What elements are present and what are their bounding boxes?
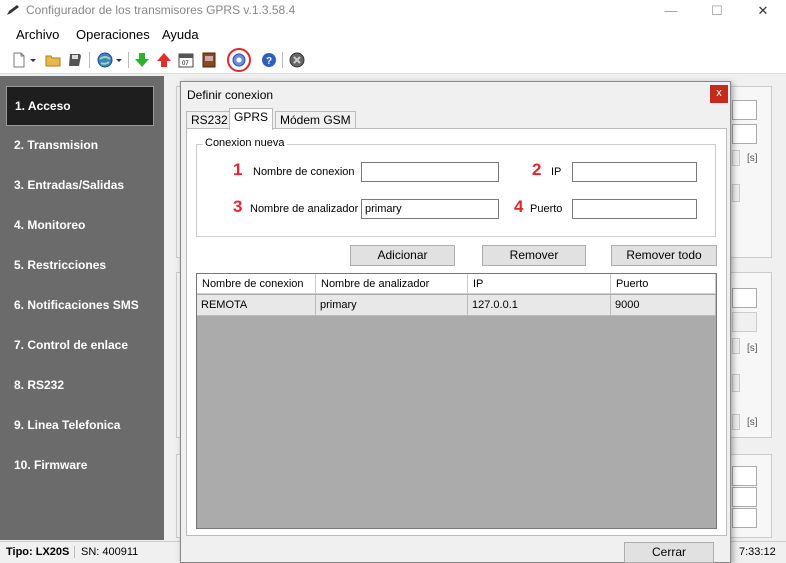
background-spinner[interactable]	[732, 338, 740, 354]
download-icon[interactable]	[133, 51, 151, 69]
close-button[interactable]: Cerrar	[624, 542, 714, 563]
new-connection-group-title: Conexion nueva	[203, 137, 287, 149]
number-1-annotation: 1	[233, 160, 243, 179]
sidebar: 1. Acceso 2. Transmision 3. Entradas/Sal…	[0, 76, 164, 540]
port-input[interactable]	[572, 199, 697, 219]
column-header-port[interactable]: Puerto	[611, 274, 716, 294]
column-header-analyzer-name[interactable]: Nombre de analizador	[316, 274, 468, 294]
analyzer-name-label: Nombre de analizador	[250, 203, 359, 215]
define-connection-dialog: Definir conexion x RS232 GPRS Módem GSM …	[180, 81, 731, 563]
window-close-button[interactable]: ✕	[740, 0, 786, 22]
status-time: 7:33:12	[739, 546, 776, 558]
analyzer-name-input[interactable]	[361, 199, 499, 219]
background-spinner[interactable]	[732, 374, 740, 392]
connect-dropdown-icon[interactable]	[114, 51, 124, 69]
background-field[interactable]	[732, 312, 757, 332]
calendar-icon[interactable]: 07	[177, 51, 195, 69]
menu-ayuda[interactable]: Ayuda	[162, 27, 199, 42]
status-device-type: Tipo: LX20S	[6, 546, 70, 558]
add-button[interactable]: Adicionar	[350, 245, 455, 266]
connections-table: Nombre de conexion Nombre de analizador …	[196, 273, 717, 529]
exit-icon[interactable]	[288, 51, 306, 69]
background-field[interactable]	[732, 288, 757, 308]
tab-gprs[interactable]: GPRS	[229, 108, 274, 130]
sidebar-item-restricciones[interactable]: 5. Restricciones	[6, 245, 154, 285]
port-label: Puerto	[530, 203, 563, 215]
sidebar-item-entradas-salidas[interactable]: 3. Entradas/Salidas	[6, 165, 154, 205]
remove-all-button[interactable]: Remover todo	[611, 245, 717, 266]
ip-input[interactable]	[572, 162, 697, 182]
cell-port: 9000	[611, 295, 716, 316]
connection-name-input[interactable]	[361, 162, 499, 182]
seconds-unit-label: [s]	[747, 153, 758, 164]
book-icon[interactable]	[200, 51, 218, 69]
dialog-close-icon[interactable]: x	[710, 85, 728, 103]
new-dropdown-icon[interactable]	[28, 51, 38, 69]
cell-analyzer-name: primary	[316, 295, 468, 316]
background-field[interactable]	[732, 508, 757, 528]
new-connection-group: Conexion nueva 1 Nombre de conexion 2 IP…	[196, 137, 716, 237]
background-field[interactable]	[732, 100, 757, 120]
sidebar-item-notificaciones-sms[interactable]: 6. Notificaciones SMS	[6, 285, 154, 325]
sidebar-item-control-enlace[interactable]: 7. Control de enlace	[6, 325, 154, 365]
tab-modem-gsm[interactable]: Módem GSM	[275, 111, 356, 129]
seconds-unit-label: [s]	[747, 343, 758, 354]
column-header-ip[interactable]: IP	[468, 274, 611, 294]
save-icon[interactable]	[66, 51, 84, 69]
menu-operaciones[interactable]: Operaciones	[76, 27, 150, 42]
help-icon[interactable]: ?	[260, 51, 278, 69]
dialog-title: Definir conexion	[187, 88, 274, 102]
table-row[interactable]: REMOTA primary 127.0.0.1 9000	[197, 295, 716, 316]
app-pen-icon	[7, 5, 19, 15]
number-4-annotation: 4	[514, 197, 524, 216]
background-field[interactable]	[732, 124, 757, 144]
maximize-button[interactable]: ☐	[694, 0, 740, 22]
sidebar-item-acceso[interactable]: 1. Acceso	[6, 86, 154, 126]
seconds-unit-label: [s]	[747, 417, 758, 428]
menu-archivo[interactable]: Archivo	[16, 27, 59, 42]
ip-label: IP	[551, 166, 562, 178]
sidebar-item-transmision[interactable]: 2. Transmision	[6, 125, 154, 165]
tab-rs232[interactable]: RS232	[186, 111, 233, 129]
toolbar-separator	[89, 52, 90, 68]
background-spinner[interactable]	[732, 150, 740, 166]
background-spinner[interactable]	[732, 184, 740, 202]
background-field[interactable]	[732, 487, 757, 507]
table-header: Nombre de conexion Nombre de analizador …	[197, 274, 716, 294]
menu-bar: Archivo Operaciones Ayuda	[0, 22, 786, 46]
window-title: Configurador de los transmisores GPRS v.…	[26, 3, 296, 17]
status-serial-number: SN: 400911	[74, 546, 138, 558]
sidebar-item-linea-telefonica[interactable]: 9. Linea Telefonica	[6, 405, 154, 445]
connect-globe-icon[interactable]	[96, 51, 114, 69]
remove-button[interactable]: Remover	[482, 245, 586, 266]
settings-gear-icon[interactable]	[226, 47, 252, 73]
number-3-annotation: 3	[233, 197, 243, 216]
sidebar-item-firmware[interactable]: 10. Firmware	[6, 445, 154, 485]
new-icon[interactable]	[10, 51, 28, 69]
cell-connection-name: REMOTA	[197, 295, 316, 316]
number-2-annotation: 2	[532, 160, 542, 179]
cell-ip: 127.0.0.1	[468, 295, 611, 316]
toolbar-separator	[128, 52, 129, 68]
window-titlebar: Configurador de los transmisores GPRS v.…	[0, 0, 786, 22]
open-folder-icon[interactable]	[44, 51, 62, 69]
sidebar-item-monitoreo[interactable]: 4. Monitoreo	[6, 205, 154, 245]
background-spinner[interactable]	[732, 414, 740, 430]
toolbar: 07 ?	[0, 46, 786, 74]
svg-text:07: 07	[182, 61, 189, 67]
toolbar-separator	[282, 52, 283, 68]
sidebar-item-rs232[interactable]: 8. RS232	[6, 365, 154, 405]
minimize-button[interactable]: —	[648, 0, 694, 22]
connection-name-label: Nombre de conexion	[253, 166, 355, 178]
column-header-connection-name[interactable]: Nombre de conexion	[197, 274, 316, 294]
gprs-tab-panel: Conexion nueva 1 Nombre de conexion 2 IP…	[186, 128, 727, 536]
background-field[interactable]	[732, 466, 757, 486]
svg-text:?: ?	[266, 56, 272, 67]
upload-icon[interactable]	[155, 51, 173, 69]
